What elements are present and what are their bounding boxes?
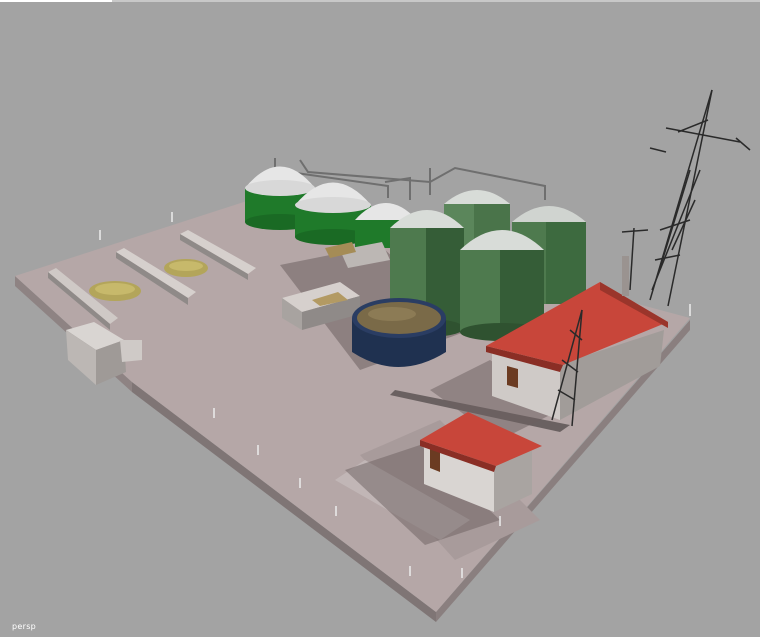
viewport-label: persp	[12, 622, 37, 631]
power-pylon	[649, 89, 751, 307]
chimney	[622, 256, 629, 296]
main-building-door	[507, 366, 518, 388]
slurry-pool	[352, 298, 446, 367]
3d-viewport[interactable]: persp	[0, 0, 760, 637]
biogas-plant-scene	[15, 89, 751, 622]
